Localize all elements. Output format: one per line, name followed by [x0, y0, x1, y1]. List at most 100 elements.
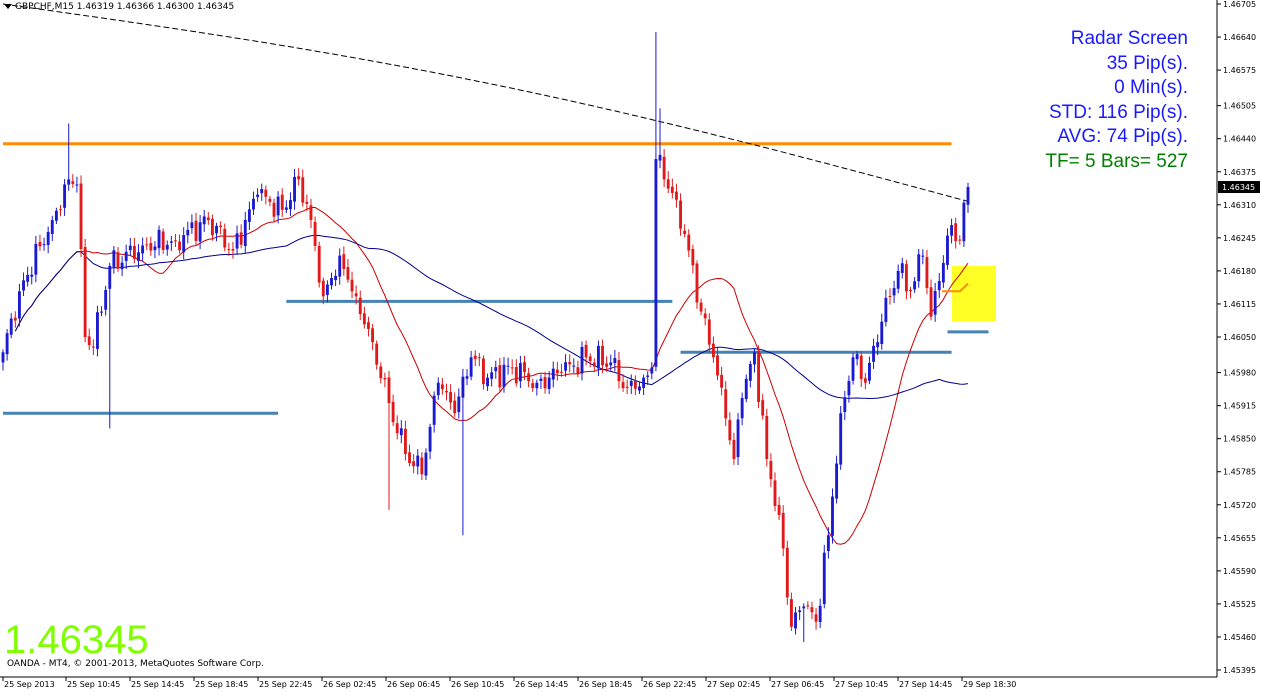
candle-body [260, 189, 264, 194]
candle-body [629, 380, 633, 386]
candle-body [666, 179, 670, 189]
candle-body [194, 220, 198, 241]
candle-body [518, 363, 522, 382]
candle-body [506, 365, 510, 367]
candle-body [169, 241, 173, 243]
candle-body [338, 255, 342, 277]
candle-body [547, 377, 551, 389]
x-tick-label: 25 Sep 14:45 [131, 680, 184, 689]
candle-body [120, 262, 124, 270]
candle-body [732, 440, 736, 460]
candle-body [888, 296, 892, 298]
candle-body [781, 512, 785, 549]
candle-body [272, 202, 276, 217]
candle-body [691, 249, 695, 266]
candle-body [416, 455, 420, 467]
candle-body [711, 343, 715, 358]
candle-body [633, 380, 637, 389]
candle-body [358, 297, 362, 315]
candle-body [227, 249, 231, 251]
candle-body [17, 291, 21, 319]
candle-body [621, 382, 625, 389]
candle-body [346, 267, 350, 280]
candle-body [104, 290, 108, 310]
candle-body [424, 452, 428, 476]
candle-body [662, 156, 666, 180]
candle-body [75, 184, 79, 186]
candle-body [223, 228, 227, 248]
candle-body [609, 362, 613, 366]
candle-body [202, 216, 206, 225]
candle-body [165, 244, 169, 250]
candle-body [161, 231, 165, 250]
candle-body [391, 401, 395, 423]
chevron-down-icon[interactable] [4, 4, 12, 9]
candle-body [679, 200, 682, 229]
candle-body [921, 255, 925, 257]
candle-body [605, 363, 609, 367]
candle-body [243, 219, 247, 247]
candle-body [904, 264, 908, 292]
candle-body [141, 245, 145, 254]
candle-body [929, 287, 933, 317]
candle-body [465, 376, 469, 379]
candle-body [638, 386, 641, 391]
candle-body [100, 311, 103, 313]
candle-body [264, 189, 268, 197]
candle-body [67, 179, 71, 185]
y-tick-label: 1.46505 [1223, 102, 1256, 111]
candle-body [469, 357, 473, 377]
candle-body [71, 181, 75, 184]
y-tick-label: 1.45590 [1223, 567, 1256, 576]
radar-line: Radar Screen [1070, 28, 1188, 49]
candle-body [186, 229, 190, 236]
y-tick-label: 1.46575 [1223, 66, 1256, 75]
candle-body [256, 194, 260, 197]
candle-body [740, 398, 744, 419]
candle-body [34, 243, 38, 275]
candle-body [502, 364, 506, 387]
x-tick-label: 27 Sep 10:45 [835, 680, 888, 689]
candle-body [568, 362, 572, 365]
candle-body [962, 202, 966, 242]
candle-body [157, 229, 161, 249]
candle-body [937, 281, 941, 291]
candle-body [22, 280, 25, 291]
candle-body [551, 368, 555, 380]
candle-body [896, 270, 900, 289]
candle-body [387, 377, 391, 404]
candle-body [789, 599, 793, 627]
candle-body [494, 367, 498, 372]
x-tick-label: 26 Sep 02:45 [323, 680, 376, 689]
candle-body [321, 280, 325, 297]
candle-body [909, 289, 912, 292]
candle-body [675, 191, 678, 200]
candle-body [724, 389, 728, 419]
y-tick-label: 1.45915 [1223, 402, 1256, 411]
candle-body [859, 355, 863, 379]
candle-body [757, 350, 761, 402]
candle-body [309, 205, 313, 221]
candle-body [190, 222, 194, 229]
candle-body [5, 333, 9, 355]
candle-body [178, 241, 182, 251]
candle-body [863, 378, 867, 383]
candle-body [555, 369, 559, 374]
candle-body [601, 345, 604, 366]
candle-body [613, 358, 617, 364]
y-tick-label: 1.46705 [1223, 0, 1256, 9]
candle-body [38, 241, 42, 247]
candle-body [239, 232, 243, 245]
candle-body [933, 291, 937, 315]
y-tick-label: 1.46310 [1223, 201, 1256, 210]
y-tick-label: 1.45720 [1223, 501, 1256, 510]
candle-body [247, 209, 251, 222]
candle-body [716, 355, 719, 376]
candle-body [884, 297, 888, 322]
candle-body [818, 605, 822, 623]
candle-body [313, 221, 317, 246]
candle-body [851, 357, 855, 381]
y-tick-label: 1.45655 [1223, 534, 1256, 543]
candle-body [440, 384, 444, 390]
candle-body [699, 302, 703, 312]
